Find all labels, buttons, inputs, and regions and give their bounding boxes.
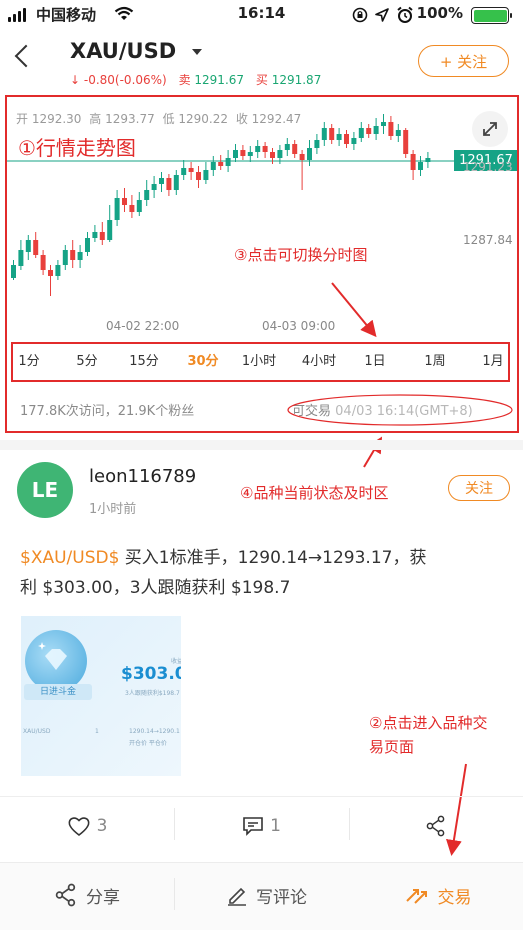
comment-icon: [243, 817, 263, 836]
card-follow-line: 3人跟随获利$198.7: [125, 690, 180, 697]
card-lots: 1: [95, 728, 99, 735]
post-text-line-1: $XAU/USD$ 买入1标准手，1290.14→1293.17，获: [20, 543, 426, 568]
trade-button[interactable]: 交易: [360, 862, 515, 928]
write-comment-button[interactable]: 写评论: [174, 862, 359, 928]
share-post-button[interactable]: [349, 797, 523, 855]
share-label: 分享: [86, 887, 120, 908]
annotation-arrows: [331, 282, 467, 856]
post-text-line-2: 利 $303.00，3人跟随获利 $198.7: [20, 578, 291, 598]
share-icon: [426, 815, 445, 837]
share-icon: [55, 883, 76, 907]
post-actions: 3 1: [0, 796, 523, 854]
post-text-1: 买入1标准手，1290.14→1293.17，获: [119, 548, 427, 568]
action-separator: [349, 808, 350, 840]
diamond-badge-icon: [25, 630, 87, 692]
trade-arrows-icon: [405, 889, 427, 904]
like-count: 3: [96, 816, 108, 836]
section-divider: [0, 440, 523, 450]
pencil-icon: [228, 887, 246, 906]
card-badge: 日进斗金: [24, 684, 92, 700]
card-price-labels: 开仓价 平仓价: [129, 740, 167, 747]
comment-count-button[interactable]: 1: [174, 797, 349, 855]
like-button[interactable]: 3: [0, 797, 174, 855]
card-amount: $303.00: [121, 664, 181, 684]
trade-label: 交易: [437, 887, 472, 908]
trade-share-card[interactable]: 日进斗金 收益 $303.00 3人跟随获利$198.7 XAU/USD 1 1…: [21, 616, 181, 776]
heart-icon: [68, 817, 90, 837]
action-separator: [174, 808, 175, 840]
card-prices: 1290.14→1290.1: [129, 728, 180, 735]
comment-count: 1: [270, 816, 281, 836]
post-time: 1小时前: [89, 502, 137, 517]
post-username[interactable]: leon116789: [89, 466, 196, 487]
app-screen: 中国移动 16:14 100% XAU/USD ↓ -0.80(-0.06%) …: [0, 0, 523, 930]
follow-user-button[interactable]: 关注: [448, 475, 510, 501]
share-button[interactable]: 分享: [0, 862, 174, 928]
symbol-tag[interactable]: $XAU/USD$: [20, 548, 119, 568]
avatar[interactable]: LE: [17, 462, 73, 518]
card-symbol: XAU/USD: [23, 728, 51, 735]
write-comment-label: 写评论: [256, 887, 307, 908]
